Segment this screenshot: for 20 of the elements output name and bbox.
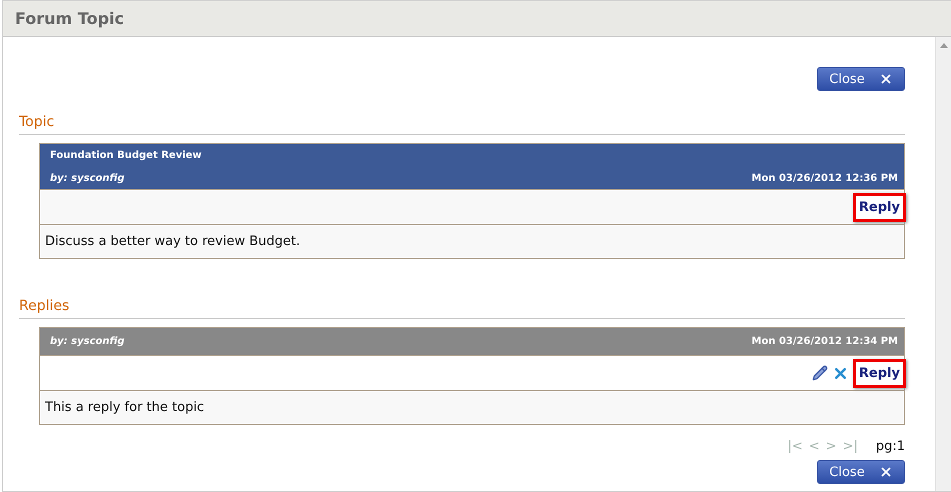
section-heading: Topic <box>19 114 54 130</box>
close-icon <box>878 72 893 86</box>
edit-icon[interactable] <box>812 365 828 381</box>
close-icon <box>878 465 893 479</box>
reply-button[interactable]: Reply <box>852 358 906 388</box>
scrollbar[interactable] <box>935 37 951 491</box>
page-number: pg:1 <box>876 439 905 454</box>
post-body: Discuss a better way to review Budget. <box>40 225 904 258</box>
scroll-up-icon[interactable] <box>940 43 948 48</box>
section-heading: Replies <box>19 298 70 314</box>
post-date: Mon 03/26/2012 12:36 PM <box>752 173 898 184</box>
post-body: This a reply for the topic <box>40 391 904 424</box>
post-date: Mon 03/26/2012 12:34 PM <box>752 336 898 347</box>
window-title: Forum Topic <box>15 9 124 28</box>
close-button[interactable]: Close <box>817 67 905 91</box>
post-title: Foundation Budget Review <box>50 150 202 161</box>
close-button[interactable]: Close <box>817 460 905 484</box>
reply-button[interactable]: Reply <box>852 192 906 222</box>
post-author: by: sysconfig <box>50 173 126 184</box>
post-author: by: sysconfig <box>50 336 125 347</box>
